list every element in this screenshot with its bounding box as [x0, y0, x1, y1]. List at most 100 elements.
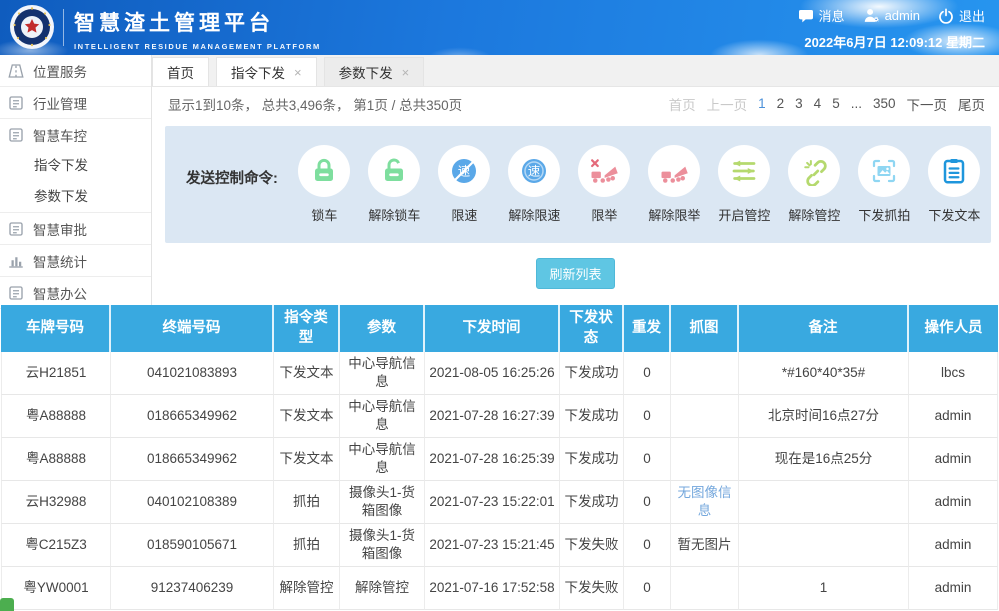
table-row[interactable]: 云H32988 040102108389 抓拍 摄像头1-货箱图像 2021-0… [1, 481, 998, 524]
cell-sent-time: 2021-08-05 16:25:26 [425, 352, 560, 395]
cell-capture[interactable]: 无图像信息 [671, 481, 739, 524]
broken-link-icon [799, 156, 829, 186]
col-terminal[interactable]: 终端号码 [111, 305, 274, 352]
cell-capture [671, 438, 739, 481]
logout-label: 退出 [959, 6, 985, 25]
lift-unlimit-truck-icon [659, 156, 689, 186]
pagination-page-3[interactable]: 3 [795, 96, 803, 111]
lift-limit-button[interactable]: 限举 [574, 145, 635, 224]
col-resend[interactable]: 重发 [624, 305, 671, 352]
header-divider [63, 9, 64, 46]
cell-command-type: 抓拍 [274, 481, 340, 524]
col-capture[interactable]: 抓图 [671, 305, 739, 352]
sidebar-item-office[interactable]: 智慧办公 [0, 277, 151, 308]
tab-home[interactable]: 首页 [152, 57, 209, 86]
unlock-vehicle-button[interactable]: 解除锁车 [364, 145, 425, 224]
corner-widget[interactable] [0, 598, 14, 611]
pagination-page-1[interactable]: 1 [758, 96, 766, 111]
col-command-type[interactable]: 指令类型 [274, 305, 340, 352]
cell-status: 下发成功 [560, 395, 624, 438]
folder-doc-icon [7, 94, 25, 112]
sidebar-item-location-service[interactable]: 位置服务 [0, 55, 151, 86]
message-bubble-icon [798, 8, 814, 24]
lift-limit-truck-icon [589, 156, 619, 186]
pagination-first[interactable]: 首页 [669, 94, 696, 114]
cell-sent-time: 2021-07-23 15:21:45 [425, 524, 560, 567]
sidebar-item-label: 智慧办公 [33, 283, 87, 303]
svg-text:速: 速 [528, 165, 541, 179]
messages-button[interactable]: 消息 [798, 6, 845, 25]
snapshot-icon [869, 156, 899, 186]
col-remark[interactable]: 备注 [739, 305, 909, 352]
command-label: 解除管控 [784, 205, 845, 224]
pagination-prev[interactable]: 上一页 [707, 94, 748, 114]
sidebar-item-statistics[interactable]: 智慧统计 [0, 245, 151, 276]
pagination-last[interactable]: 尾页 [958, 94, 985, 114]
col-sent-time[interactable]: 下发时间 [425, 305, 560, 352]
command-label: 限速 [434, 205, 495, 224]
col-operator[interactable]: 操作人员 [909, 305, 998, 352]
capture-button[interactable]: 下发抓拍 [854, 145, 915, 224]
table-row[interactable]: 云H21851 041021083893 下发文本 中心导航信息 2021-08… [1, 352, 998, 395]
cell-resend: 0 [624, 395, 671, 438]
tab-close-icon[interactable]: × [294, 66, 302, 79]
table-row[interactable]: 粤A88888 018665349962 下发文本 中心导航信息 2021-07… [1, 395, 998, 438]
cell-operator: admin [909, 524, 998, 567]
page-title: 智慧渣土管理平台 [74, 7, 321, 37]
cell-remark [739, 481, 909, 524]
col-plate[interactable]: 车牌号码 [1, 305, 111, 352]
cell-resend: 0 [624, 524, 671, 567]
bar-chart-icon [7, 252, 25, 270]
speed-limit-icon: 速 [449, 156, 479, 186]
command-label: 解除限速 [504, 205, 565, 224]
tab-command-dispatch[interactable]: 指令下发 × [216, 57, 317, 86]
app-window: 智慧渣土管理平台 INTELLIGENT RESIDUE MANAGEMENT … [0, 0, 999, 611]
logout-button[interactable]: 退出 [938, 6, 985, 25]
send-text-button[interactable]: 下发文本 [924, 145, 985, 224]
username: admin [885, 8, 920, 23]
cell-sent-time: 2021-07-16 17:52:58 [425, 567, 560, 610]
speed-unlimit-button[interactable]: 速 解除限速 [504, 145, 565, 224]
cell-operator: admin [909, 438, 998, 481]
user-menu[interactable]: admin [863, 7, 920, 24]
cell-status: 下发失败 [560, 524, 624, 567]
sidebar-item-label: 行业管理 [33, 93, 87, 113]
lift-unlimit-button[interactable]: 解除限举 [644, 145, 705, 224]
col-param[interactable]: 参数 [340, 305, 425, 352]
col-status[interactable]: 下发状态 [560, 305, 624, 352]
sidebar-item-industry-management[interactable]: 行业管理 [0, 87, 151, 118]
speed-limit-button[interactable]: 速 限速 [434, 145, 495, 224]
table-row[interactable]: 粤YW0001 91237406239 解除管控 解除管控 2021-07-16… [1, 567, 998, 610]
folder-doc-icon [7, 284, 25, 302]
sidebar: 位置服务 行业管理 智慧车控 [0, 55, 152, 305]
control-off-button[interactable]: 解除管控 [784, 145, 845, 224]
lock-vehicle-button[interactable]: 锁车 [294, 145, 355, 224]
tab-close-icon[interactable]: × [402, 66, 410, 79]
cell-command-type: 解除管控 [274, 567, 340, 610]
cell-terminal: 018665349962 [111, 438, 274, 481]
cell-plate: 云H21851 [1, 352, 111, 395]
table-row[interactable]: 粤C215Z3 018590105671 抓拍 摄像头1-货箱图像 2021-0… [1, 524, 998, 567]
messages-label: 消息 [819, 6, 845, 25]
cell-resend: 0 [624, 481, 671, 524]
pagination-ellipsis: ... [851, 96, 862, 111]
sidebar-item-approval[interactable]: 智慧审批 [0, 213, 151, 244]
sidebar-item-label: 智慧审批 [33, 219, 87, 239]
table-row[interactable]: 粤A88888 018665349962 下发文本 中心导航信息 2021-07… [1, 438, 998, 481]
pagination-page-5[interactable]: 5 [832, 96, 840, 111]
tab-parameter-dispatch[interactable]: 参数下发 × [324, 57, 425, 86]
pagination-page-350[interactable]: 350 [873, 96, 896, 111]
pagination-page-4[interactable]: 4 [814, 96, 822, 111]
cell-resend: 0 [624, 352, 671, 395]
pagination-page-2[interactable]: 2 [777, 96, 785, 111]
cell-resend: 0 [624, 438, 671, 481]
sidebar-subitem-command-dispatch[interactable]: 指令下发 [0, 150, 151, 181]
control-on-button[interactable]: 开启管控 [714, 145, 775, 224]
command-label: 解除限举 [644, 205, 705, 224]
cell-operator: admin [909, 481, 998, 524]
pagination-next[interactable]: 下一页 [907, 94, 948, 114]
sidebar-subitem-parameter-dispatch[interactable]: 参数下发 [0, 181, 151, 212]
refresh-list-button[interactable]: 刷新列表 [536, 258, 614, 289]
sidebar-item-vehicle-control[interactable]: 智慧车控 [0, 119, 151, 150]
cell-operator: lbcs [909, 352, 998, 395]
